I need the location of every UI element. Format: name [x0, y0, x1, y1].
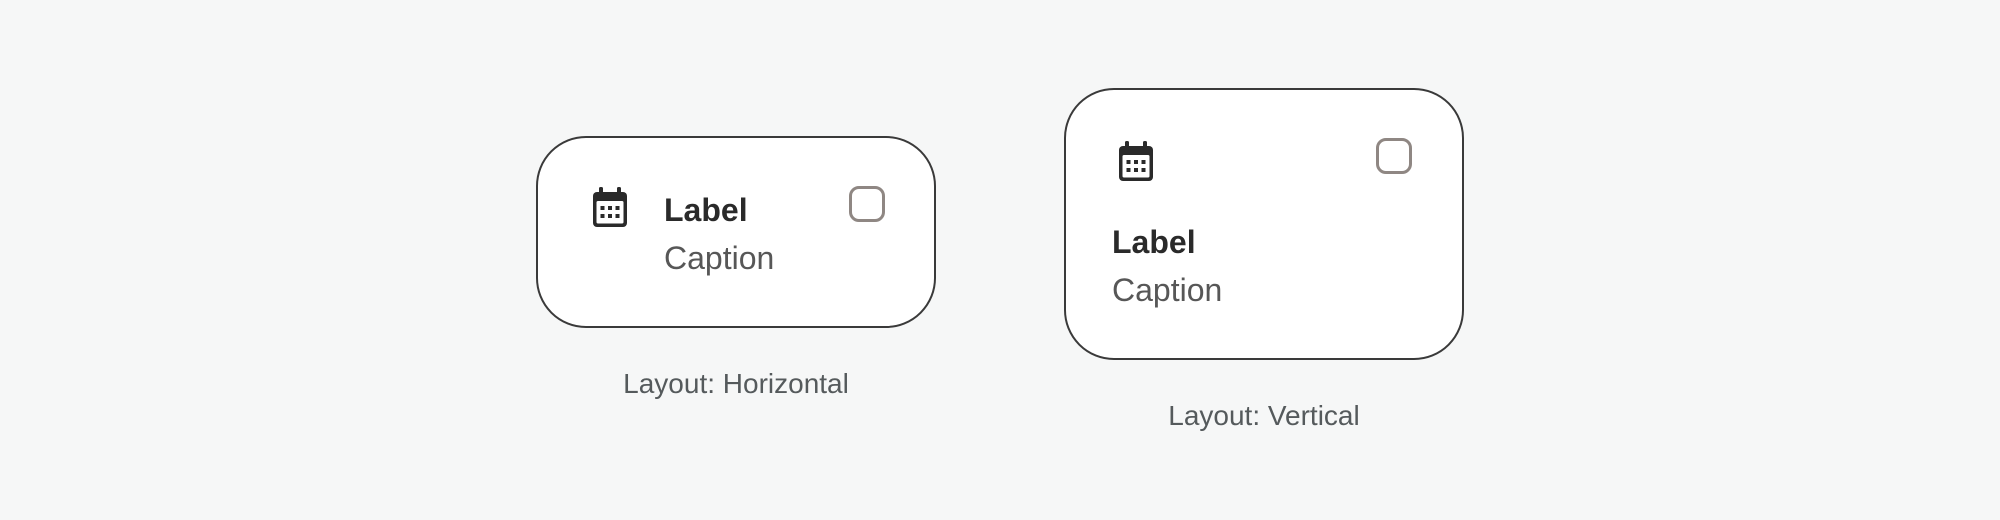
checkbox[interactable]: [1376, 138, 1412, 174]
card-caption: Caption: [664, 240, 775, 276]
calendar-icon: [590, 186, 630, 230]
layout-caption-horizontal: Layout: Horizontal: [623, 368, 849, 399]
card-label: Label: [1112, 224, 1196, 260]
layout-caption-vertical: Layout: Vertical: [1168, 400, 1360, 431]
checkbox[interactable]: [849, 186, 885, 222]
calendar-icon: [1116, 140, 1156, 184]
card-label: Label: [664, 192, 748, 228]
canvas: Label Caption Layout: Horizontal Label C…: [0, 0, 2000, 520]
selection-card-horizontal[interactable]: Label Caption: [536, 136, 936, 328]
selection-card-vertical[interactable]: Label Caption: [1064, 88, 1464, 360]
card-caption: Caption: [1112, 272, 1223, 308]
